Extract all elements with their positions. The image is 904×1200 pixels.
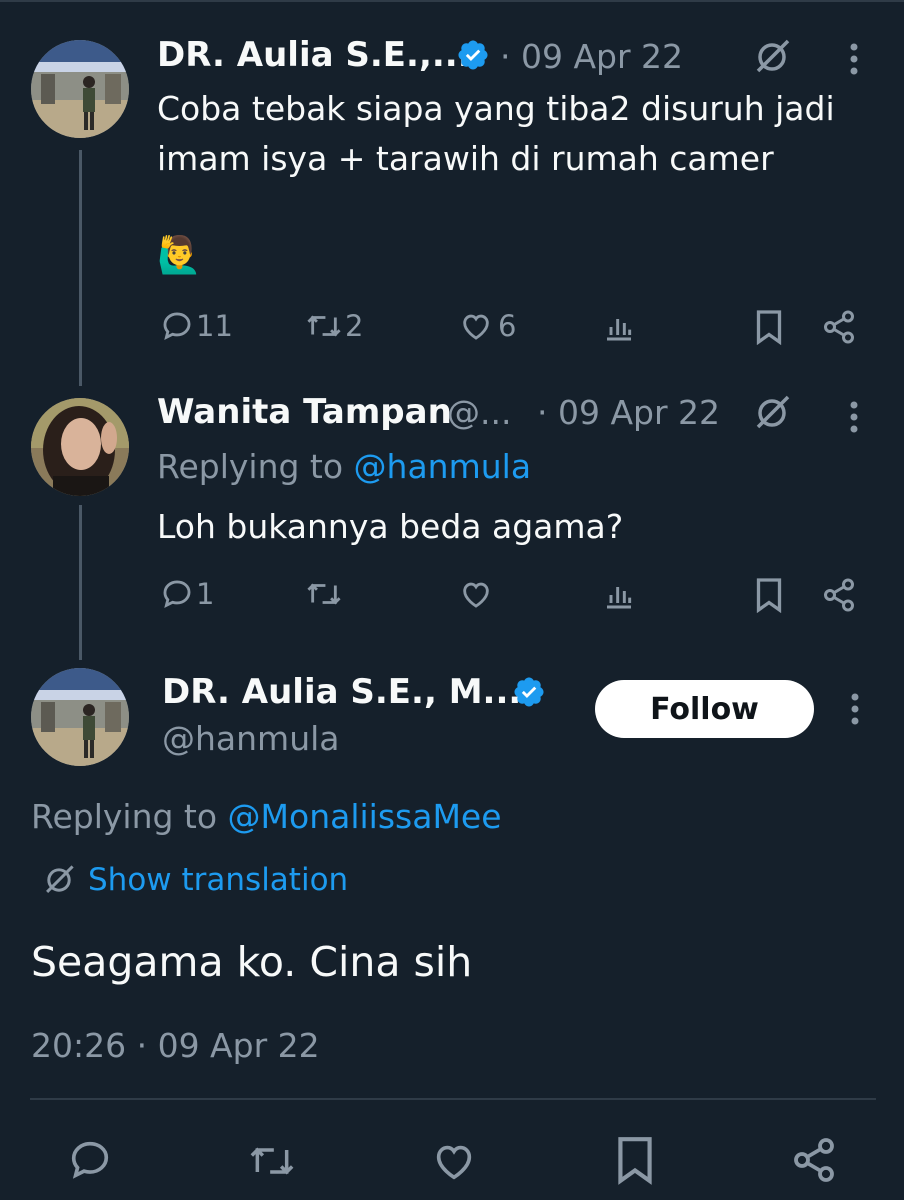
tweet-timestamp[interactable]: · 09 Apr 22 — [500, 37, 683, 76]
avatar-photo — [31, 668, 129, 766]
share-icon[interactable] — [821, 577, 857, 613]
bookmark-icon[interactable] — [753, 577, 785, 613]
retweet-icon — [307, 315, 341, 337]
translate-icon — [46, 865, 74, 893]
replying-to-handle[interactable]: @hanmula — [354, 447, 532, 486]
replying-to-handle[interactable]: @MonaliissaMee — [228, 797, 502, 836]
like-icon — [463, 314, 489, 340]
reply-icon[interactable] — [66, 1137, 114, 1183]
more-icon[interactable] — [850, 692, 860, 726]
retweet-count: 2 — [345, 309, 364, 343]
retweet-button[interactable]: 2 — [305, 309, 363, 343]
tweet-text-line: Coba tebak siapa yang tiba2 disuruh jadi — [157, 89, 835, 128]
grok-icon[interactable] — [752, 37, 792, 77]
retweet-icon[interactable] — [245, 1139, 299, 1183]
like-button[interactable]: 6 — [458, 309, 516, 343]
like-icon[interactable] — [458, 577, 494, 611]
reply-count: 1 — [196, 577, 215, 611]
views-icon[interactable] — [603, 578, 635, 612]
tweet-text-line: imam isya + tarawih di rumah camer — [157, 139, 774, 178]
author-handle[interactable]: @... — [447, 393, 511, 432]
avatar[interactable] — [31, 668, 129, 766]
tweet-timestamp[interactable]: 20:26 · 09 Apr 22 — [31, 1026, 320, 1065]
tweet-text: Loh bukannya beda agama? — [157, 507, 624, 546]
replying-to: Replying to @MonaliissaMee — [31, 797, 502, 836]
tweet-timestamp[interactable]: · 09 Apr 22 — [537, 393, 720, 432]
bookmark-icon[interactable] — [753, 309, 785, 345]
bookmark-icon[interactable] — [614, 1135, 656, 1185]
replying-to-label: Replying to — [157, 447, 354, 486]
more-icon[interactable] — [849, 400, 859, 434]
author-name[interactable]: DR. Aulia S.E., M.... — [162, 672, 534, 712]
like-count: 6 — [498, 309, 517, 343]
verified-badge-icon — [514, 677, 544, 707]
tweet-emoji: 🙋‍♂️ — [157, 235, 202, 276]
top-divider — [0, 0, 904, 2]
reply-count: 11 — [196, 309, 233, 343]
reply-button[interactable]: 11 — [160, 309, 233, 343]
reply-button[interactable]: 1 — [160, 577, 214, 611]
author-name[interactable]: Wanita Tampan — [157, 392, 452, 432]
replying-to: Replying to @hanmula — [157, 447, 531, 486]
more-icon[interactable] — [849, 42, 859, 76]
thread-connector — [79, 150, 82, 386]
share-icon[interactable] — [790, 1136, 838, 1184]
author-handle[interactable]: @hanmula — [162, 719, 340, 758]
like-icon[interactable] — [429, 1138, 479, 1184]
avatar[interactable] — [31, 40, 129, 138]
views-icon[interactable] — [603, 310, 635, 344]
show-translation-link[interactable]: Show translation — [42, 862, 348, 898]
avatar[interactable] — [31, 398, 129, 496]
reply-icon — [163, 312, 191, 340]
verified-badge-icon — [458, 40, 488, 70]
replying-to-label: Replying to — [31, 797, 228, 836]
show-translation-label: Show translation — [88, 862, 349, 898]
share-icon[interactable] — [821, 309, 857, 345]
action-bar-divider — [30, 1098, 876, 1100]
grok-icon[interactable] — [752, 393, 792, 433]
avatar-photo — [31, 40, 129, 138]
thread-connector — [79, 505, 82, 660]
avatar-photo — [31, 398, 129, 496]
tweet-text: Seagama ko. Cina sih — [31, 938, 473, 986]
follow-button[interactable]: Follow — [595, 680, 814, 738]
reply-icon — [163, 580, 191, 608]
retweet-icon[interactable] — [305, 577, 343, 611]
author-name[interactable]: DR. Aulia S.E.,... — [157, 35, 471, 75]
